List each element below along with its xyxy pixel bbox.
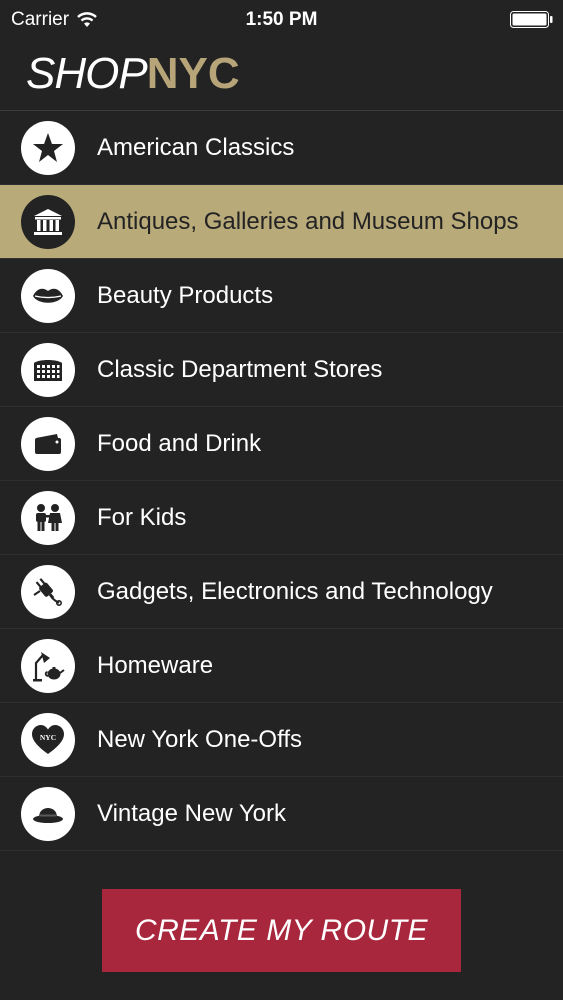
category-list: American Classics Antiques, Galleries an… (0, 111, 563, 851)
logo-shop-text: SHOP (26, 49, 148, 98)
wallet-icon (21, 416, 75, 471)
category-item-american-classics[interactable]: American Classics (0, 111, 563, 185)
department-store-icon (21, 342, 75, 397)
category-item-classic-department-stores[interactable]: Classic Department Stores (0, 333, 563, 407)
category-item-for-kids[interactable]: For Kids (0, 481, 563, 555)
kids-icon (21, 490, 75, 545)
logo-nyc-text: NYC (146, 49, 240, 98)
category-item-gadgets-electronics-technology[interactable]: Gadgets, Electronics and Technology (0, 555, 563, 629)
category-item-homeware[interactable]: Homeware (0, 629, 563, 703)
shopnyc-logo: SHOPNYC (26, 50, 240, 98)
category-label: American Classics (97, 134, 295, 161)
nyc-heart-text: NYC (40, 733, 56, 742)
app-header: SHOPNYC (0, 38, 563, 111)
status-time: 1:50 PM (245, 9, 318, 30)
category-label: Classic Department Stores (97, 356, 383, 383)
category-item-antiques-galleries-museum-shops[interactable]: Antiques, Galleries and Museum Shops (0, 185, 563, 259)
category-label: Vintage New York (97, 800, 287, 827)
category-item-beauty-products[interactable]: Beauty Products (0, 259, 563, 333)
status-bar: Carrier 1:50 PM (0, 0, 563, 38)
star-icon (21, 120, 75, 175)
category-label: Antiques, Galleries and Museum Shops (97, 208, 519, 235)
create-my-route-button[interactable]: CREATE MY ROUTE (102, 889, 461, 972)
category-label: New York One-Offs (97, 726, 302, 753)
category-label: For Kids (97, 504, 187, 531)
lamp-teapot-icon (21, 638, 75, 693)
category-label: Gadgets, Electronics and Technology (97, 578, 493, 605)
nyc-heart-icon: NYC (21, 712, 75, 767)
category-label: Homeware (97, 652, 214, 679)
plug-icon (21, 564, 75, 619)
category-item-vintage-new-york[interactable]: Vintage New York (0, 777, 563, 851)
category-item-new-york-one-offs[interactable]: NYC New York One-Offs (0, 703, 563, 777)
category-item-food-and-drink[interactable]: Food and Drink (0, 407, 563, 481)
lips-icon (21, 268, 75, 323)
battery-icon (510, 11, 553, 28)
bowler-hat-icon (21, 786, 75, 841)
museum-icon (21, 194, 75, 249)
category-label: Beauty Products (97, 282, 274, 309)
category-label: Food and Drink (97, 430, 262, 457)
